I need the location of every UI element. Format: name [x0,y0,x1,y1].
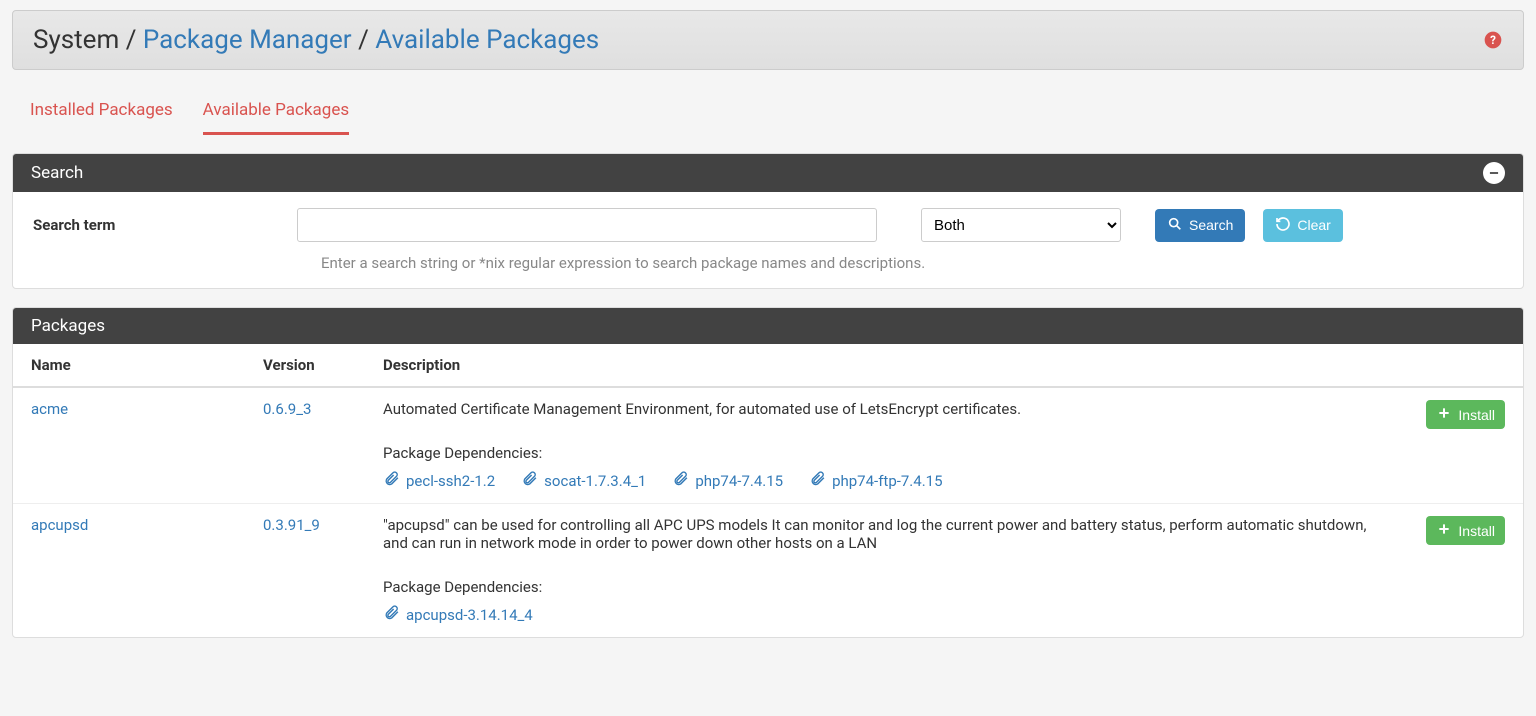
package-name-link[interactable]: apcupsd [31,516,88,534]
install-button[interactable]: Install [1426,400,1505,429]
paperclip-icon [809,470,826,491]
package-version: 0.3.91_9 [263,516,320,534]
tab-available-packages[interactable]: Available Packages [203,100,349,135]
paperclip-icon [672,470,689,491]
search-help-text: Enter a search string or *nix regular ex… [33,242,1503,278]
search-panel: Search Search term Both Search Clear [12,153,1524,289]
tabs: Installed Packages Available Packages [0,70,1536,135]
dependencies-label: Package Dependencies: [383,444,1386,462]
help-icon[interactable]: ? [1483,30,1503,50]
search-term-label: Search term [33,216,283,234]
package-description: "apcupsd" can be used for controlling al… [383,516,1386,552]
paperclip-icon [383,604,400,625]
column-name: Name [13,344,253,387]
breadcrumb-package-manager[interactable]: Package Manager [143,25,352,55]
plus-icon [1436,521,1452,540]
breadcrumb: System / Package Manager / Available Pac… [33,25,599,55]
search-icon [1167,216,1183,235]
svg-text:?: ? [1490,33,1496,47]
breadcrumb-root: System [33,25,119,55]
plus-icon [1436,405,1452,424]
dependency-link[interactable]: pecl-ssh2-1.2 [383,470,495,491]
paperclip-icon [383,470,400,491]
dependency-link[interactable]: apcupsd-3.14.14_4 [383,604,533,625]
packages-panel-heading: Packages [13,308,1523,344]
search-panel-heading: Search [13,154,1523,192]
packages-panel-title: Packages [31,316,105,336]
table-row: acme 0.6.9_3 Automated Certificate Manag… [13,387,1523,504]
breadcrumb-available-packages[interactable]: Available Packages [375,25,599,55]
paperclip-icon [521,470,538,491]
package-description: Automated Certificate Management Environ… [383,400,1386,418]
dependency-link[interactable]: php74-ftp-7.4.15 [809,470,942,491]
packages-panel: Packages Name Version Description acme 0… [12,307,1524,638]
tab-installed-packages[interactable]: Installed Packages [30,100,173,135]
package-version: 0.6.9_3 [263,400,311,418]
column-version: Version [253,344,373,387]
search-button[interactable]: Search [1155,209,1245,242]
collapse-icon[interactable] [1483,162,1505,184]
search-scope-select[interactable]: Both [921,208,1121,242]
page-header: System / Package Manager / Available Pac… [12,10,1524,70]
install-button[interactable]: Install [1426,516,1505,545]
package-name-link[interactable]: acme [31,400,68,418]
dependency-link[interactable]: php74-7.4.15 [672,470,783,491]
table-row: apcupsd 0.3.91_9 "apcupsd" can be used f… [13,504,1523,638]
search-input[interactable] [297,208,877,242]
packages-table: Name Version Description acme 0.6.9_3 Au… [13,344,1523,637]
undo-icon [1275,216,1291,235]
column-description: Description [373,344,1396,387]
clear-button[interactable]: Clear [1263,209,1342,242]
dependencies-label: Package Dependencies: [383,578,1386,596]
dependency-link[interactable]: socat-1.7.3.4_1 [521,470,646,491]
search-panel-title: Search [31,163,83,183]
